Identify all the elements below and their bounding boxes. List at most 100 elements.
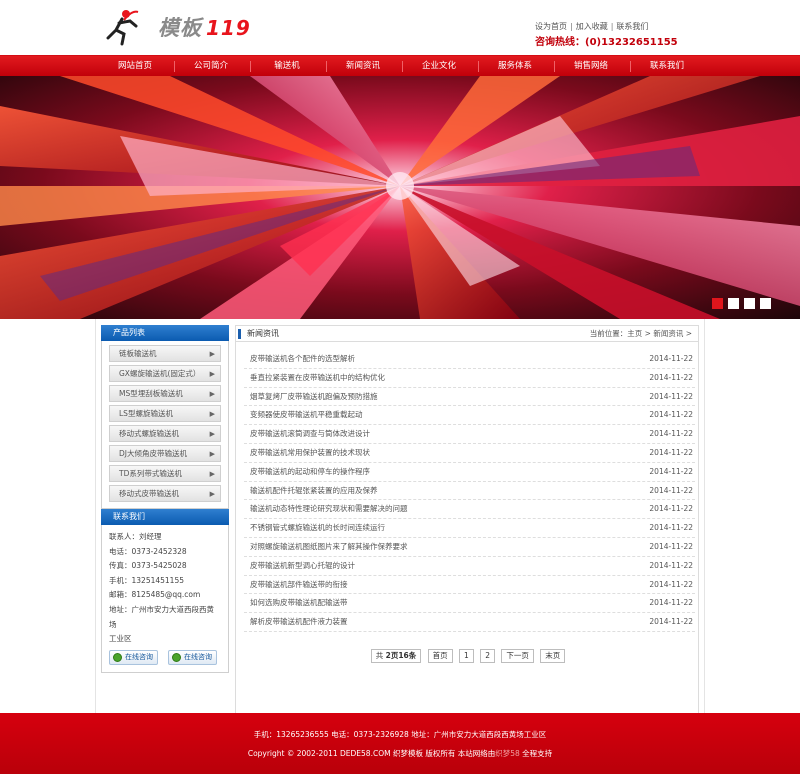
qq-icon bbox=[113, 652, 122, 662]
news-row: 输送机动态特性理论研究现状和需要解决的问题 2014-11-22 bbox=[244, 500, 695, 520]
add-favorite-link[interactable]: 加入收藏 bbox=[576, 22, 608, 31]
news-date: 2014-11-22 bbox=[649, 560, 693, 570]
nav-item-service[interactable]: 服务体系 bbox=[477, 56, 553, 77]
product-item-label: 移动式皮带输送机 bbox=[119, 489, 179, 498]
contact-title: 联系我们 bbox=[101, 509, 229, 525]
runner-logo-icon[interactable] bbox=[102, 8, 142, 46]
online-consult-label: 在线咨询 bbox=[125, 652, 153, 661]
news-title-link[interactable]: 变频器使皮带输送机平稳重载起动 bbox=[250, 406, 363, 424]
banner-slider[interactable] bbox=[0, 76, 800, 319]
product-item[interactable]: TD系列带式输送机 ▶ bbox=[109, 465, 221, 482]
nav-item-home[interactable]: 网站首页 bbox=[97, 56, 173, 77]
sidebar: 产品列表 链板输送机 ▶ GX螺旋输送机(固定式） ▶ MS型埋刮板输送机 ▶ LS型… bbox=[101, 325, 229, 673]
news-title-link[interactable]: 皮带输送机常用保护装置的技术现状 bbox=[250, 444, 370, 462]
arrow-right-icon: ▶ bbox=[209, 350, 215, 358]
product-item[interactable]: 移动式皮带输送机 ▶ bbox=[109, 485, 221, 502]
nav-item-sales[interactable]: 销售网络 bbox=[553, 56, 629, 77]
contact-email: 邮箱：8125485@qq.com bbox=[109, 590, 201, 600]
news-title-link[interactable]: 垂直拉紧装置在皮带输送机中的结构优化 bbox=[250, 369, 385, 387]
page-border-right bbox=[704, 319, 705, 713]
online-consult-label: 在线咨询 bbox=[184, 652, 212, 661]
news-row: 变频器使皮带输送机平稳重载起动 2014-11-22 bbox=[244, 406, 695, 426]
news-title-link[interactable]: 如何选购皮带输送机配输送带 bbox=[250, 594, 348, 612]
slider-dots bbox=[707, 298, 771, 311]
news-date: 2014-11-22 bbox=[649, 466, 693, 476]
contact-box: 联系人：刘经理 电话：0373-2452328 传真：0373-5425028 … bbox=[101, 525, 229, 673]
news-row: 皮带输送机新型调心托辊的设计 2014-11-22 bbox=[244, 557, 695, 576]
contact-us-link[interactable]: 联系我们 bbox=[616, 22, 648, 31]
product-item-label: 链板输送机 bbox=[119, 349, 157, 358]
logo-wordmark[interactable]: 模板 119 bbox=[158, 12, 251, 42]
top-links: 设为首页 | 加入收藏 | 联系我们 bbox=[535, 22, 649, 31]
news-row: 皮带输送机部件输送带的衔接 2014-11-22 bbox=[244, 576, 695, 595]
first-page-button[interactable]: 首页 bbox=[427, 649, 453, 663]
footer-copyright: Copyright © 2002-2011 DEDE58.COM 织梦模板 版权… bbox=[0, 748, 800, 759]
news-date: 2014-11-22 bbox=[649, 429, 693, 439]
next-page-button[interactable]: 下一页 bbox=[501, 649, 534, 663]
news-row: 皮带输送机滚筒调查与筒体改进设计 2014-11-22 bbox=[244, 425, 695, 444]
news-row: 垂直拉紧装置在皮带输送机中的结构优化 2014-11-22 bbox=[244, 369, 695, 388]
news-date: 2014-11-22 bbox=[649, 504, 693, 514]
footer-contact: 手机：13265236555 电话：0373-2326928 地址：广州市安力大… bbox=[253, 730, 547, 739]
product-item-label: GX螺旋输送机(固定式） bbox=[119, 369, 201, 378]
arrow-right-icon: ▶ bbox=[209, 390, 215, 398]
news-title-link[interactable]: 皮带输送机部件输送带的衔接 bbox=[250, 576, 348, 594]
section-header: 新闻资讯 当前位置：主页 > 新闻资讯 > bbox=[236, 326, 698, 342]
page-summary: 共 2页16条 bbox=[370, 649, 422, 663]
slide-dot[interactable] bbox=[728, 298, 739, 309]
news-row: 解析皮带输送机配件液力装置 2014-11-22 bbox=[244, 613, 695, 632]
online-consult-button[interactable]: 在线咨询 bbox=[168, 649, 217, 665]
site-footer: 手机：13265236555 电话：0373-2326928 地址：广州市安力大… bbox=[0, 713, 800, 774]
news-title-link[interactable]: 皮带输送机滚筒调查与筒体改进设计 bbox=[250, 425, 370, 443]
nav-item-news[interactable]: 新闻资讯 bbox=[325, 56, 401, 77]
slide-dot[interactable] bbox=[760, 298, 771, 309]
news-title-link[interactable]: 输送机动态特性理论研究现状和需要解决的问题 bbox=[250, 500, 408, 518]
breadcrumb[interactable]: 当前位置：主页 > 新闻资讯 > bbox=[590, 326, 692, 342]
news-title-link[interactable]: 皮带输送机各个配件的选型解析 bbox=[250, 350, 355, 368]
product-item[interactable]: 移动式螺旋输送机 ▶ bbox=[109, 425, 221, 442]
copyright-text: Copyright © 2002-2011 DEDE58.COM 织梦模板 版权… bbox=[247, 749, 496, 758]
news-date: 2014-11-22 bbox=[649, 354, 693, 363]
news-title-link[interactable]: 烟草复烤厂皮带输送机跑偏及预防措施 bbox=[250, 388, 378, 406]
contact-address: 地址：广州市安力大道西段西黄场 bbox=[109, 604, 214, 629]
site-header: 模板 119 设为首页 | 加入收藏 | 联系我们 咨询热线：(0)13232651155 bbox=[0, 0, 800, 55]
logo-text: 模板 bbox=[158, 15, 202, 40]
section-title: 新闻资讯 bbox=[247, 329, 279, 338]
news-date: 2014-11-22 bbox=[649, 485, 693, 495]
nav-item-about[interactable]: 公司简介 bbox=[173, 56, 249, 77]
set-homepage-link[interactable]: 设为首页 bbox=[535, 22, 567, 31]
last-page-button[interactable]: 末页 bbox=[540, 649, 566, 663]
contact-fax: 传真：0373-5425028 bbox=[109, 561, 187, 571]
nav-item-conveyor[interactable]: 输送机 bbox=[249, 56, 325, 77]
products-title: 产品列表 bbox=[101, 325, 229, 341]
news-row: 输送机配件托辊张紧装置的应用及保养 2014-11-22 bbox=[244, 482, 695, 501]
online-consult-button[interactable]: 在线咨询 bbox=[109, 649, 158, 665]
product-item[interactable]: MS型埋刮板输送机 ▶ bbox=[109, 385, 221, 402]
arrow-right-icon: ▶ bbox=[209, 450, 215, 458]
news-date: 2014-11-22 bbox=[649, 372, 693, 382]
product-item-label: DJ大倾角皮带输送机 bbox=[119, 449, 187, 458]
arrow-right-icon: ▶ bbox=[209, 370, 215, 378]
news-title-link[interactable]: 解析皮带输送机配件液力装置 bbox=[250, 613, 348, 631]
news-title-link[interactable]: 输送机配件托辊张紧装置的应用及保养 bbox=[250, 482, 378, 500]
news-title-link[interactable]: 皮带输送机新型调心托辊的设计 bbox=[250, 557, 355, 575]
nav-item-culture[interactable]: 企业文化 bbox=[401, 56, 477, 77]
page-1-button[interactable]: 1 bbox=[459, 649, 474, 663]
nav-item-contact[interactable]: 联系我们 bbox=[629, 56, 705, 77]
news-title-link[interactable]: 不锈钢管式螺旋输送机的长时间连续运行 bbox=[250, 519, 385, 537]
slide-dot[interactable] bbox=[712, 298, 723, 309]
product-item[interactable]: 链板输送机 ▶ bbox=[109, 345, 221, 362]
page-2-button[interactable]: 2 bbox=[480, 649, 495, 663]
arrow-right-icon: ▶ bbox=[209, 470, 215, 478]
news-row: 皮带输送机常用保护装置的技术现状 2014-11-22 bbox=[244, 444, 695, 463]
news-title-link[interactable]: 对照螺旋输送机图纸图片来了解其操作保养要求 bbox=[250, 538, 408, 556]
product-item[interactable]: LS型螺旋输送机 ▶ bbox=[109, 405, 221, 422]
contact-phone: 电话：0373-2452328 bbox=[109, 546, 187, 556]
slide-dot[interactable] bbox=[744, 298, 755, 309]
news-title-link[interactable]: 皮带输送机的起动和停车的操作程序 bbox=[250, 463, 370, 481]
qq-buttons: 在线咨询 在线咨询 bbox=[109, 649, 221, 666]
support-link[interactable]: 织梦58 bbox=[495, 749, 520, 758]
product-item[interactable]: GX螺旋输送机(固定式） ▶ bbox=[109, 365, 221, 382]
news-row: 皮带输送机各个配件的选型解析 2014-11-22 bbox=[244, 350, 695, 369]
product-item[interactable]: DJ大倾角皮带输送机 ▶ bbox=[109, 445, 221, 462]
